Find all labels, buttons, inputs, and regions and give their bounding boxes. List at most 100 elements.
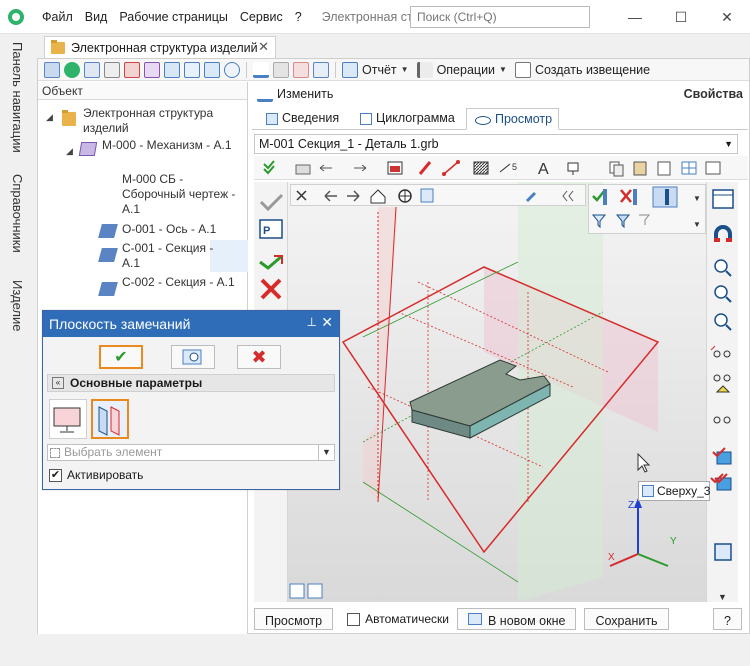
tab-references[interactable]: Справочники [10, 174, 25, 253]
compare-icon [652, 186, 678, 208]
close-tab-icon[interactable]: ✕ [258, 39, 269, 55]
remarks-plane-dialog: Плоскость замечаний ⊥ ✕ ✔ ✖ « Основные п… [42, 310, 340, 490]
preview-zoom-button[interactable] [171, 345, 215, 369]
side-tabs: Панель навигации Справочники Изделие [0, 34, 36, 666]
add-icon[interactable] [64, 61, 80, 78]
tree-node-section-1[interactable]: С-001 - Секция - А.1 [122, 241, 214, 271]
tab-product[interactable]: Изделие [10, 280, 25, 331]
tree-node-root[interactable]: Электронная структура изделий [83, 106, 233, 136]
search-input[interactable] [410, 6, 590, 28]
chevron-down-icon: ▼ [724, 139, 733, 149]
zoom-window-icon [714, 285, 732, 303]
menu-view[interactable]: Вид [85, 10, 108, 24]
close-window-button[interactable]: ✕ [704, 0, 750, 34]
pin-icon[interactable]: ⊥ [307, 315, 317, 329]
notice-icon [514, 61, 531, 78]
hammer-icon [416, 61, 433, 78]
apply-icon[interactable] [313, 61, 329, 78]
element-select-placeholder: Выбрать элемент [64, 445, 163, 459]
menu-file[interactable]: Файл [42, 10, 73, 24]
checklist-icon[interactable] [184, 61, 200, 78]
operations-button[interactable]: Операции [437, 63, 495, 77]
home-icon [370, 189, 386, 204]
file-select[interactable]: М-001 Секция_1 - Деталь 1.grb ▼ [254, 134, 738, 154]
svg-text:▼: ▼ [693, 220, 701, 229]
dialog-close-button[interactable]: ✕ [321, 314, 333, 331]
axis-x-label: X [608, 552, 615, 563]
maximize-button[interactable]: ☐ [658, 0, 704, 34]
ok-button[interactable]: ✔ [99, 345, 143, 369]
tab-preview-label: Просмотр [495, 112, 553, 126]
viewer-toolbar-icons: 5 A [263, 160, 721, 178]
plane-parallel-button[interactable] [91, 399, 129, 439]
new-window-button[interactable]: В новом окне [456, 608, 577, 630]
structure-icon[interactable] [144, 61, 160, 78]
cancel-edit-icon [293, 61, 309, 78]
create-notice-button[interactable]: Создать извещение [535, 63, 650, 77]
tree-header: Объект [38, 82, 247, 100]
plane-screen-button[interactable] [49, 399, 87, 439]
tab-cyclogram[interactable]: Циклограмма [354, 108, 461, 130]
box-frame-icon [714, 543, 732, 561]
activate-checkbox-wrap[interactable]: ✔ Активировать [49, 468, 143, 482]
tiles-icon[interactable] [204, 61, 220, 78]
element-select[interactable]: Выбрать элемент ▼ [47, 444, 335, 461]
menu-service[interactable]: Сервис [240, 10, 283, 24]
operations-chevron-down-icon[interactable]: ▼ [499, 65, 507, 74]
axis-z-label: Z [628, 500, 634, 511]
svg-text:▼: ▼ [718, 592, 727, 602]
tooltip-text: Сверху_3 [657, 484, 711, 498]
tree-node-assembly-drawing[interactable]: М-000 СБ - Сборочный чертеж - А.1 [122, 172, 237, 217]
svg-text:▼: ▼ [693, 194, 701, 203]
tree-node-axis[interactable]: О-001 - Ось - А.1 [122, 222, 242, 237]
tree-node-section-2[interactable]: С-002 - Секция - А.1 [122, 275, 242, 290]
tree-node-mechanism[interactable]: М-000 - Механизм - А.1 [102, 138, 232, 153]
check-set-icons: ▼ ▼ [591, 186, 701, 229]
save-button[interactable]: Сохранить [584, 608, 669, 630]
delete-doc-icon[interactable] [124, 61, 140, 78]
help-button[interactable]: ? [713, 608, 742, 630]
filter-icon [591, 214, 607, 229]
3d-viewer[interactable]: Z X Y [288, 182, 706, 602]
menu-help[interactable]: ? [295, 10, 302, 24]
list-icon[interactable] [164, 61, 180, 78]
cancel-button[interactable]: ✖ [237, 345, 281, 369]
auto-checkbox-wrap[interactable]: Автоматически [347, 612, 449, 626]
copy-icon [609, 161, 624, 177]
chevron-down-icon[interactable]: ▼ [318, 444, 334, 461]
grid-icon[interactable] [44, 61, 60, 78]
eye-icon[interactable] [224, 61, 240, 78]
expand-arrow-icon[interactable]: ◢ [66, 146, 73, 157]
new-window-label: В новом окне [487, 613, 566, 628]
copy-icon[interactable] [104, 61, 120, 78]
new-window-icon [467, 613, 482, 625]
viewer-nav-icons [296, 188, 574, 204]
activate-checkbox[interactable]: ✔ [49, 468, 62, 482]
minimize-button[interactable]: — [612, 0, 658, 34]
report-button[interactable]: Отчёт [362, 63, 397, 77]
check-set-panel: ▼ ▼ [588, 184, 706, 234]
tab-navigation-panel[interactable]: Панель навигации [10, 42, 25, 153]
properties-icon[interactable] [84, 61, 100, 78]
auto-checkbox[interactable] [347, 612, 361, 626]
document-tab-label: Электронная структура изделий [71, 40, 258, 55]
main-params-section[interactable]: « Основные параметры [47, 374, 335, 392]
cyclogram-icon [360, 113, 372, 125]
document-tab[interactable]: Электронная структура изделий ✕ [44, 36, 276, 58]
preview-button[interactable]: Просмотр [254, 608, 334, 630]
collapse-icon[interactable]: « [52, 377, 64, 389]
tab-info[interactable]: Сведения [260, 108, 345, 130]
menu-work-pages[interactable]: Рабочие страницы [119, 10, 228, 24]
close-icon [296, 190, 307, 201]
report-chevron-down-icon[interactable]: ▼ [401, 65, 409, 74]
edit-button[interactable]: Изменить [277, 87, 333, 101]
folder-icon [62, 110, 76, 126]
check-blue-icon [592, 189, 607, 205]
tab-preview[interactable]: Просмотр [466, 108, 560, 130]
redo-icon [354, 164, 367, 172]
double-check-icon [263, 160, 275, 175]
save-disabled-icon [273, 61, 289, 78]
expand-arrow-icon[interactable]: ◢ [46, 112, 53, 123]
pencil-icon[interactable] [253, 61, 269, 78]
file-select-value: М-001 Секция_1 - Деталь 1.grb [259, 137, 439, 151]
